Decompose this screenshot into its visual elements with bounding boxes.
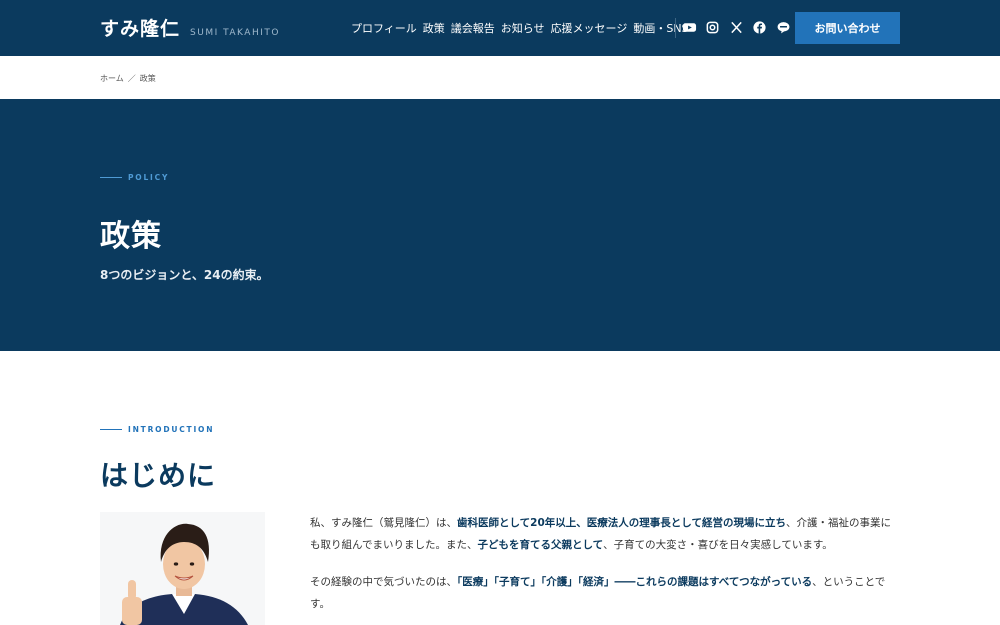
- eyebrow-line: [100, 429, 122, 430]
- intro-paragraph-2: その経験の中で気づいたのは、「医療」「子育て」「介護」「経済」――これらの課題は…: [310, 571, 900, 615]
- nav-item-video-sns[interactable]: 動画・SNS: [633, 20, 688, 36]
- brand-name: すみ隆仁: [100, 18, 181, 40]
- page-subtitle: 8つのビジョンと、24の約束。: [100, 268, 269, 282]
- breadcrumb: ホーム ／ 政策: [100, 73, 160, 84]
- eyebrow-line: [100, 177, 122, 178]
- nav-item-support-messages[interactable]: 応援メッセージ: [551, 20, 628, 36]
- facebook-icon[interactable]: [752, 20, 767, 35]
- intro-p1-text-a: 私、すみ隆仁（鷲見隆仁）は、: [310, 517, 457, 529]
- main-nav: プロフィール 政策 議会報告 お知らせ 応援メッセージ 動画・SNS: [351, 20, 695, 36]
- intro-p2-emphasis: 「医療」「子育て」「介護」「経済」――これらの課題はすべてつながっている: [457, 576, 813, 588]
- page-title: 政策: [100, 219, 162, 254]
- line-icon[interactable]: [776, 20, 791, 35]
- breadcrumb-home-link[interactable]: ホーム: [100, 73, 124, 84]
- breadcrumb-separator: ／: [127, 74, 136, 83]
- intro-eyebrow: INTRODUCTION: [100, 425, 214, 434]
- x-icon[interactable]: [729, 20, 744, 35]
- site-logo[interactable]: すみ隆仁 SUMI TAKAHITO: [100, 14, 280, 41]
- intro-paragraph-1: 私、すみ隆仁（鷲見隆仁）は、歯科医師として20年以上、医療法人の理事長として経営…: [310, 512, 900, 556]
- intro-heading: はじめに: [100, 459, 217, 492]
- nav-item-news[interactable]: お知らせ: [501, 20, 545, 36]
- intro-eyebrow-label: INTRODUCTION: [128, 425, 215, 434]
- site-header: すみ隆仁 SUMI TAKAHITO プロフィール 政策 議会報告 お知らせ 応…: [0, 0, 1000, 56]
- brand-name-en: SUMI TAKAHITO: [190, 28, 280, 38]
- candidate-photo: [100, 512, 265, 625]
- instagram-icon[interactable]: [705, 20, 720, 35]
- youtube-icon[interactable]: [682, 20, 697, 35]
- intro-p1-text-e: 、子育ての大変さ・喜びを日々実感しています。: [603, 539, 833, 551]
- nav-item-council-report[interactable]: 議会報告: [451, 20, 495, 36]
- nav-divider: [675, 18, 676, 38]
- nav-item-profile[interactable]: プロフィール: [351, 20, 417, 36]
- hero-eyebrow: POLICY: [100, 173, 169, 182]
- contact-button[interactable]: お問い合わせ: [795, 12, 900, 44]
- hero-eyebrow-label: POLICY: [128, 173, 170, 182]
- intro-p2-text-a: その経験の中で気づいたのは、: [310, 576, 457, 588]
- intro-p1-emphasis-career: 歯科医師として20年以上、医療法人の理事長として経営の現場に立ち: [457, 517, 786, 529]
- breadcrumb-current: 政策: [139, 74, 156, 83]
- intro-p1-emphasis-parent: 子どもを育てる父親として: [477, 539, 604, 551]
- nav-item-policy[interactable]: 政策: [423, 20, 445, 36]
